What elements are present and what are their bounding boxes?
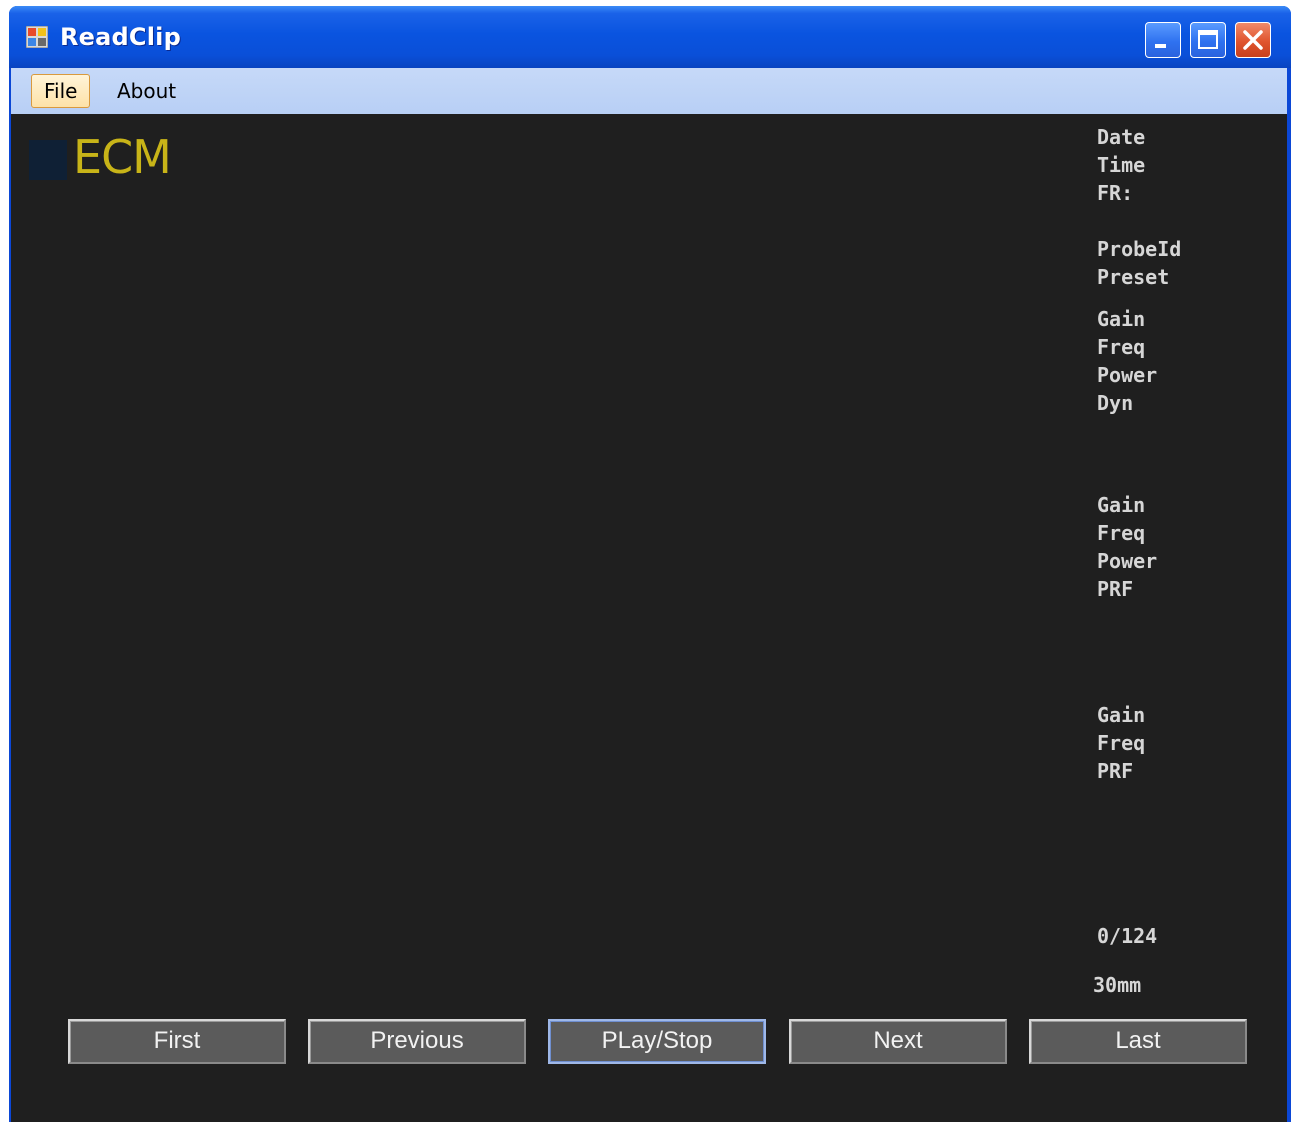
bmode-dyn-label: Dyn <box>1097 391 1134 415</box>
minimize-button[interactable] <box>1145 22 1181 58</box>
maximize-button[interactable] <box>1190 22 1226 58</box>
previous-button[interactable]: Previous <box>308 1019 526 1064</box>
frame-rate-label: FR: <box>1097 181 1134 205</box>
bmode-settings: Gain Freq Power Dyn <box>1097 305 1157 417</box>
depth-label: 30mm <box>1093 973 1142 997</box>
menu-file[interactable]: File <box>31 74 91 108</box>
app-icon <box>26 26 48 48</box>
doppler-gain-label: Gain <box>1097 703 1146 727</box>
bmode-freq-label: Freq <box>1097 335 1146 359</box>
last-button[interactable]: Last <box>1029 1019 1247 1064</box>
doppler-freq-label: Freq <box>1097 731 1146 755</box>
color-prf-label: PRF <box>1097 577 1134 601</box>
frame-counter: 0/124 <box>1097 924 1158 948</box>
probe-id-label: ProbeId <box>1097 237 1182 261</box>
clip-viewer: ECM Date Time FR: ProbeId Preset Gain Fr… <box>11 114 1287 1122</box>
header-info: Date Time FR: <box>1097 123 1145 207</box>
logo-text: ECM <box>73 130 172 184</box>
menu-bar: File About <box>11 68 1287 114</box>
doppler-prf-label: PRF <box>1097 759 1134 783</box>
menu-about[interactable]: About <box>105 74 188 108</box>
doppler-settings: Gain Freq PRF <box>1097 701 1145 785</box>
logo-mark <box>29 140 67 180</box>
first-button[interactable]: First <box>68 1019 286 1064</box>
time-label: Time <box>1097 153 1146 177</box>
color-power-label: Power <box>1097 549 1158 573</box>
close-icon <box>1243 30 1263 50</box>
window-title: ReadClip <box>60 23 181 51</box>
close-button[interactable] <box>1235 22 1271 58</box>
title-bar[interactable]: ReadClip <box>9 6 1291 68</box>
color-settings: Gain Freq Power PRF <box>1097 491 1157 603</box>
probe-info: ProbeId Preset <box>1097 235 1181 291</box>
bmode-gain-label: Gain <box>1097 307 1146 331</box>
maximize-icon <box>1198 30 1218 49</box>
minimize-icon <box>1155 44 1166 48</box>
color-gain-label: Gain <box>1097 493 1146 517</box>
color-freq-label: Freq <box>1097 521 1146 545</box>
date-label: Date <box>1097 125 1146 149</box>
next-button[interactable]: Next <box>789 1019 1007 1064</box>
app-window: ReadClip File About ECM Date Time FR: Pr… <box>9 6 1291 1122</box>
preset-label: Preset <box>1097 265 1170 289</box>
play-stop-button[interactable]: PLay/Stop <box>548 1019 766 1064</box>
bmode-power-label: Power <box>1097 363 1158 387</box>
